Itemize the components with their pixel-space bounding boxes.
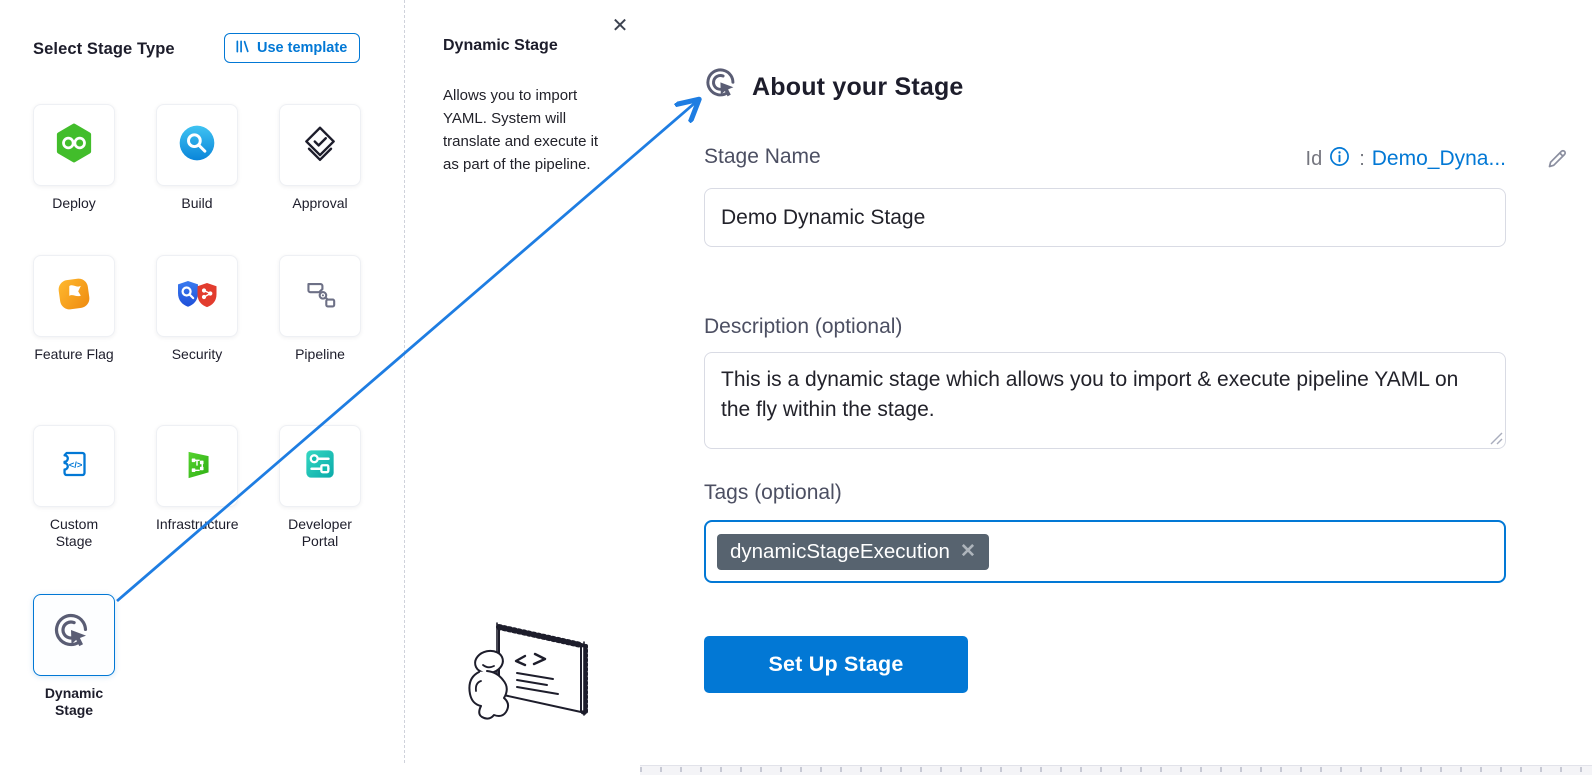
- close-icon[interactable]: ✕: [607, 13, 633, 39]
- edit-id-icon[interactable]: [1545, 147, 1569, 176]
- help-description: Allows you to import YAML. System will t…: [443, 84, 601, 176]
- build-icon: [176, 122, 218, 169]
- stage-type-feature-flag[interactable]: Feature Flag: [33, 255, 115, 363]
- build-card[interactable]: [156, 104, 238, 186]
- stage-label: Build: [156, 195, 238, 212]
- feature-flag-card[interactable]: [33, 255, 115, 337]
- infrastructure-icon: [176, 443, 218, 490]
- stage-setup-screen: Select Stage Type Use template Deploy: [0, 0, 1592, 775]
- id-colon: :: [1359, 148, 1365, 171]
- use-template-label: Use template: [257, 40, 347, 56]
- set-up-stage-button[interactable]: Set Up Stage: [704, 636, 968, 693]
- custom-stage-card[interactable]: </>: [33, 425, 115, 507]
- stage-type-infrastructure[interactable]: Infrastructure: [156, 425, 238, 533]
- stage-type-security[interactable]: Security: [156, 255, 238, 363]
- about-title: About your Stage: [752, 73, 964, 102]
- description-label: Description (optional): [704, 315, 902, 339]
- pipeline-canvas-edge: [640, 765, 1592, 775]
- stage-name-label: Stage Name: [704, 145, 821, 169]
- stage-id-value[interactable]: Demo_Dyna...: [1372, 147, 1506, 171]
- developer-portal-card[interactable]: [279, 425, 361, 507]
- about-your-stage-panel: About your Stage Stage Name Id : Demo_Dy…: [640, 0, 1592, 765]
- tag-remove-icon[interactable]: ✕: [960, 542, 976, 561]
- developer-portal-icon: [299, 443, 341, 490]
- deploy-icon: [53, 122, 95, 169]
- stage-id-row: Id : Demo_Dyna...: [1306, 146, 1506, 172]
- info-icon[interactable]: [1329, 146, 1350, 172]
- dynamic-stage-icon: [704, 66, 742, 109]
- panel-title: Select Stage Type: [33, 40, 175, 59]
- presenter-illustration: [453, 615, 603, 745]
- stage-type-build[interactable]: Build: [156, 104, 238, 212]
- approval-icon: [299, 122, 341, 169]
- help-title: Dynamic Stage: [443, 37, 558, 55]
- stage-type-dynamic-stage[interactable]: Dynamic Stage: [33, 594, 115, 719]
- stage-label: Pipeline: [279, 346, 361, 363]
- template-library-icon: [235, 39, 250, 58]
- feature-flag-icon: [53, 273, 95, 320]
- dynamic-stage-help-panel: ✕ Dynamic Stage Allows you to import YAM…: [405, 0, 640, 775]
- stage-type-developer-portal[interactable]: Developer Portal: [279, 425, 361, 550]
- tag-chip: dynamicStageExecution ✕: [717, 534, 989, 570]
- stage-type-custom-stage[interactable]: </> Custom Stage: [33, 425, 115, 550]
- select-stage-type-panel: Select Stage Type Use template Deploy: [0, 0, 404, 775]
- stage-label: Dynamic Stage: [33, 685, 115, 719]
- svg-text:</>: </>: [69, 459, 83, 470]
- security-icon: [174, 273, 220, 320]
- stage-label: Infrastructure: [156, 516, 238, 533]
- stage-label: Feature Flag: [33, 346, 115, 363]
- about-header: About your Stage: [704, 66, 964, 109]
- security-card[interactable]: [156, 255, 238, 337]
- dynamic-stage-card[interactable]: [33, 594, 115, 676]
- stage-label: Developer Portal: [279, 516, 361, 550]
- infrastructure-card[interactable]: [156, 425, 238, 507]
- tags-input[interactable]: dynamicStageExecution ✕: [704, 520, 1506, 583]
- pipeline-card[interactable]: [279, 255, 361, 337]
- tags-label: Tags (optional): [704, 481, 842, 505]
- custom-stage-icon: </>: [53, 443, 95, 490]
- stage-label: Approval: [279, 195, 361, 212]
- stage-name-input[interactable]: [704, 188, 1506, 247]
- stage-label: Deploy: [33, 195, 115, 212]
- dynamic-stage-icon: [52, 611, 96, 660]
- use-template-button[interactable]: Use template: [224, 33, 360, 63]
- stage-type-approval[interactable]: Approval: [279, 104, 361, 212]
- tag-chip-label: dynamicStageExecution: [730, 540, 950, 564]
- id-label: Id: [1306, 148, 1323, 171]
- deploy-card[interactable]: [33, 104, 115, 186]
- approval-card[interactable]: [279, 104, 361, 186]
- stage-label: Custom Stage: [33, 516, 115, 550]
- pipeline-icon: [299, 273, 341, 320]
- stage-label: Security: [156, 346, 238, 363]
- stage-type-pipeline[interactable]: Pipeline: [279, 255, 361, 363]
- stage-type-deploy[interactable]: Deploy: [33, 104, 115, 212]
- description-textarea[interactable]: This is a dynamic stage which allows you…: [704, 352, 1506, 449]
